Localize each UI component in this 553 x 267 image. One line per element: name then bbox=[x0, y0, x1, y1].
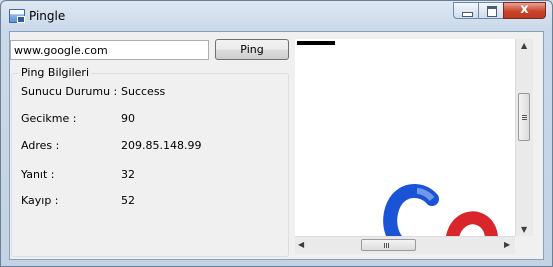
minimize-icon bbox=[462, 12, 473, 17]
loss-value: 52 bbox=[121, 194, 135, 207]
minimize-button[interactable] bbox=[453, 2, 479, 19]
google-logo bbox=[383, 184, 498, 239]
vertical-scrollbar[interactable]: ▲ ▼ bbox=[515, 39, 533, 236]
app-window: Pingle x Ping Ping Bilgileri Sunucu Duru… bbox=[0, 0, 553, 267]
address-label: Adres : bbox=[21, 139, 60, 152]
status-label: Sunucu Durumu : bbox=[21, 85, 118, 98]
window-app-icon[interactable] bbox=[9, 9, 25, 23]
ping-info-group: Ping Bilgileri Sunucu Durumu : Success G… bbox=[11, 66, 289, 257]
caption-buttons: x bbox=[453, 2, 546, 21]
ping-button[interactable]: Ping bbox=[215, 39, 289, 60]
web-browser-view[interactable] bbox=[295, 39, 531, 252]
title-bar[interactable]: Pingle x bbox=[1, 1, 552, 31]
group-title: Ping Bilgileri bbox=[19, 66, 91, 79]
loading-indicator bbox=[297, 41, 335, 45]
client-area: Ping Ping Bilgileri Sunucu Durumu : Succ… bbox=[9, 31, 544, 260]
scroll-left-icon[interactable]: ◀ bbox=[298, 240, 304, 249]
close-button[interactable]: x bbox=[503, 2, 546, 19]
status-value: Success bbox=[121, 85, 166, 98]
scroll-up-icon[interactable]: ▲ bbox=[521, 41, 527, 50]
scroll-down-icon[interactable]: ▼ bbox=[521, 225, 527, 234]
url-input[interactable] bbox=[10, 40, 209, 60]
close-icon: x bbox=[520, 2, 529, 17]
reply-label: Yanıt : bbox=[21, 168, 55, 181]
reply-value: 32 bbox=[121, 168, 135, 181]
maximize-button[interactable] bbox=[478, 2, 504, 19]
horizontal-scrollbar[interactable]: ◀ ▶ bbox=[295, 236, 515, 254]
scrollbar-corner bbox=[515, 236, 532, 253]
horizontal-scroll-thumb[interactable] bbox=[361, 239, 416, 251]
window-title: Pingle bbox=[29, 9, 66, 23]
latency-value: 90 bbox=[121, 112, 135, 125]
maximize-icon bbox=[487, 6, 497, 17]
vertical-scroll-thumb[interactable] bbox=[518, 93, 530, 141]
latency-label: Gecikme : bbox=[21, 112, 77, 125]
loss-label: Kayıp : bbox=[21, 194, 59, 207]
address-value: 209.85.148.99 bbox=[121, 139, 202, 152]
scroll-right-icon[interactable]: ▶ bbox=[504, 240, 510, 249]
